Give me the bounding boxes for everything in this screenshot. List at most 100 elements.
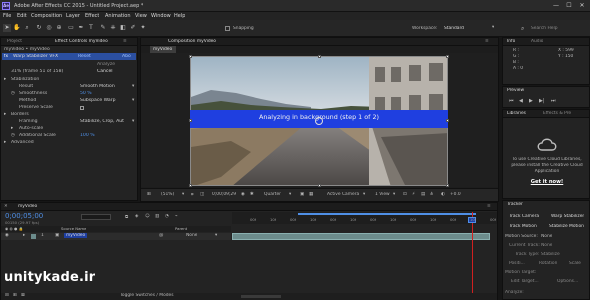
effect-reset-link[interactable]: Reset [78, 54, 91, 59]
motion-source-select[interactable]: None [541, 234, 552, 239]
options-button[interactable]: Options... [557, 279, 578, 284]
maximize-button[interactable]: ☐ [564, 2, 574, 10]
get-it-now-link[interactable]: Get it now! [505, 179, 589, 185]
fx-toggle-icon[interactable]: fx [4, 54, 8, 59]
anchor-point-icon[interactable] [315, 117, 323, 125]
rotation-checkbox[interactable]: Rotation [539, 261, 557, 266]
layer-handle-bottom-right[interactable] [446, 184, 449, 187]
hand-tool-icon[interactable]: ✋ [13, 24, 21, 32]
snapshot-icon[interactable]: ◉ [241, 192, 245, 197]
warp-stabilizer-button[interactable]: Warp Stabilizer [551, 214, 584, 219]
layer-handle-bottom-left[interactable] [189, 184, 192, 187]
layer-handle-middle-left[interactable] [189, 119, 192, 122]
menu-window[interactable]: Window [151, 13, 171, 19]
menu-layer[interactable]: Layer [66, 13, 80, 19]
effect-name[interactable]: Warp Stabilizer VFX [13, 54, 58, 59]
menu-file[interactable]: File [3, 13, 11, 19]
effect-property-value[interactable]: 50 % [80, 91, 92, 96]
flowchart-icon[interactable]: ⋔ [430, 192, 434, 197]
camera-tool-icon[interactable]: ◎ [45, 24, 53, 32]
search-help-input[interactable]: Search Help [531, 26, 558, 31]
scale-checkbox[interactable]: Scale [569, 261, 581, 266]
fast-previews-icon[interactable]: ⚡ [412, 192, 415, 197]
stopwatch-icon[interactable]: ◷ [11, 91, 15, 96]
always-preview-icon[interactable]: ⊞ [147, 192, 151, 197]
current-track-select[interactable]: None [541, 243, 552, 248]
transfer-controls-icon[interactable]: ⊞ [13, 293, 17, 298]
exposure-icon[interactable]: ◐ [441, 192, 445, 197]
edit-target-button[interactable]: Edit Target... [511, 279, 539, 284]
preserve-scale-checkbox[interactable] [80, 106, 84, 110]
draft-3d-icon[interactable]: ◈ [135, 214, 138, 219]
layer-name[interactable]: myVideo [64, 233, 88, 238]
current-time[interactable]: 0;00;09;29 [212, 192, 236, 197]
next-frame-icon[interactable]: ▶| [539, 98, 545, 104]
tab-audio[interactable]: Audio [531, 39, 543, 44]
menu-edit[interactable]: Edit [17, 13, 27, 19]
rotate-tool-icon[interactable]: ↻ [35, 24, 43, 32]
column-source-name[interactable]: Source Name [61, 226, 86, 231]
safe-zones-icon[interactable]: ⌗ [191, 192, 193, 198]
exposure-value[interactable]: +0.0 [450, 192, 461, 197]
effect-property-select[interactable]: Stabilize, Crop, Aut [80, 119, 124, 124]
effect-property-select[interactable]: Smooth Motion [80, 84, 115, 89]
analyze-button[interactable]: Analyze [97, 62, 115, 67]
stabilize-motion-button[interactable]: Stabilize Motion [549, 224, 584, 229]
timeline-toggle-icon[interactable]: ▤ [421, 192, 425, 197]
previous-frame-icon[interactable]: ◀ [519, 98, 523, 104]
layer-handle-top-left[interactable] [189, 55, 192, 58]
eraser-tool-icon[interactable]: ◧ [119, 24, 127, 32]
layer-parent-select[interactable]: None [186, 233, 197, 238]
magnification-dropdown-icon[interactable]: ▾ [182, 192, 184, 197]
workspace-dropdown-icon[interactable]: ▾ [492, 25, 494, 30]
magnification-select[interactable]: (51%) [161, 192, 174, 197]
close-tab-icon[interactable]: ✕ [4, 204, 8, 209]
tab-project[interactable]: Project [7, 39, 22, 44]
tab-info[interactable]: Info [507, 39, 515, 44]
type-tool-icon[interactable]: T [87, 24, 95, 32]
tab-composition[interactable]: Composition myVideo [168, 39, 216, 44]
tab-timeline-myvideo[interactable]: myVideo [18, 204, 37, 209]
workspace-select[interactable]: Standard [444, 26, 464, 31]
expand-triangle-icon[interactable]: ▸ [4, 140, 6, 145]
last-frame-icon[interactable]: ⏭ [551, 98, 556, 104]
layer-switches-icon[interactable]: ⊟ [5, 293, 9, 298]
comp-mini-flowchart-icon[interactable]: ⧉ [125, 214, 128, 220]
menu-view[interactable]: View [135, 13, 147, 19]
views-select[interactable]: 1 View [375, 192, 390, 197]
toggle-pixel-aspect-icon[interactable]: ⊡ [403, 192, 407, 197]
layer-handle-top-right[interactable] [446, 55, 449, 58]
roto-brush-tool-icon[interactable]: ✐ [129, 24, 137, 32]
puppet-tool-icon[interactable]: ✦ [139, 24, 147, 32]
parent-pickwhip-icon[interactable]: @ [159, 233, 163, 238]
layer-handle-bottom-center[interactable] [318, 184, 321, 187]
effect-property-value[interactable]: 100 % [80, 133, 95, 138]
menu-effect[interactable]: Effect [85, 13, 99, 19]
effect-property-select[interactable]: Subspace Warp [80, 98, 116, 103]
cancel-button[interactable]: Cancel [97, 69, 113, 74]
snapping-checkbox[interactable] [225, 26, 230, 31]
track-type-select[interactable]: Stabilize [541, 252, 560, 257]
timeline-menu-icon[interactable]: ≡ [487, 204, 491, 209]
pan-behind-tool-icon[interactable]: ⊕ [55, 24, 63, 32]
region-of-interest-icon[interactable]: ▣ [300, 192, 304, 197]
play-icon[interactable]: ▶ [529, 98, 533, 104]
resolution-dropdown-icon[interactable]: ▾ [289, 192, 291, 197]
parent-dropdown-icon[interactable]: ▾ [215, 233, 217, 238]
effect-about-link[interactable]: Abo [122, 54, 131, 59]
dropdown-icon[interactable]: ▾ [132, 84, 134, 89]
expand-triangle-icon[interactable]: ▸ [4, 112, 6, 117]
camera-select[interactable]: Active Camera [327, 192, 359, 197]
tab-effect-controls[interactable]: Effect Controls myVideo [55, 39, 108, 44]
mask-visibility-icon[interactable]: ◫ [200, 192, 204, 197]
shy-layers-icon[interactable]: ☺ [145, 214, 150, 219]
layer-handle-top-center[interactable] [318, 55, 321, 58]
panel-menu-icon[interactable]: ≡ [123, 39, 127, 44]
selection-tool-icon[interactable]: ➤ [3, 24, 11, 32]
tab-libraries[interactable]: Libraries [507, 111, 526, 116]
minimize-button[interactable]: — [551, 2, 561, 10]
frame-blending-icon[interactable]: ▥ [155, 214, 159, 219]
zoom-tool-icon[interactable]: ⌕ [23, 24, 31, 32]
dropdown-icon[interactable]: ▾ [132, 119, 134, 124]
column-parent[interactable]: Parent [175, 226, 187, 231]
